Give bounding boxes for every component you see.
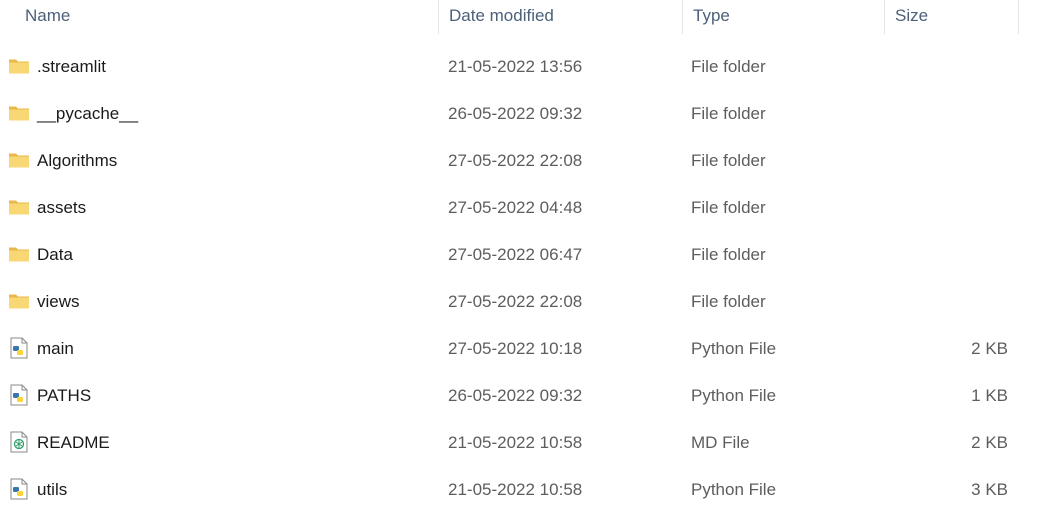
file-row[interactable]: views 27-05-2022 22:08 File folder	[0, 278, 1038, 325]
python-file-icon	[8, 337, 30, 359]
file-type: File folder	[691, 292, 766, 311]
file-row[interactable]: main 27-05-2022 10:18 Python File 2 KB	[0, 325, 1038, 372]
file-date-modified: 27-05-2022 22:08	[448, 151, 583, 170]
column-header-date-modified[interactable]: Date modified	[438, 0, 682, 34]
file-row[interactable]: __pycache__ 26-05-2022 09:32 File folder	[0, 90, 1038, 137]
file-date-modified: 27-05-2022 22:08	[448, 292, 583, 311]
file-size: 1 KB	[971, 386, 1008, 405]
folder-icon	[8, 243, 30, 265]
file-type: Python File	[691, 386, 777, 405]
file-row[interactable]: Algorithms 27-05-2022 22:08 File folder	[0, 137, 1038, 184]
file-name: .streamlit	[37, 57, 106, 76]
folder-icon	[8, 55, 30, 77]
file-size: 2 KB	[971, 339, 1008, 358]
folder-icon	[8, 196, 30, 218]
file-date-modified: 21-05-2022 10:58	[448, 433, 583, 452]
file-size: 2 KB	[971, 433, 1008, 452]
file-type: File folder	[691, 198, 766, 217]
file-type: File folder	[691, 57, 766, 76]
file-explorer-details-view: Name Date modified Type Size .streamlit …	[0, 0, 1038, 517]
file-name: views	[37, 292, 80, 311]
column-header-type[interactable]: Type	[682, 0, 884, 34]
file-date-modified: 26-05-2022 09:32	[448, 386, 583, 405]
file-name: utils	[37, 480, 68, 499]
file-row[interactable]: .streamlit 21-05-2022 13:56 File folder	[0, 43, 1038, 90]
column-header-name[interactable]: Name	[15, 0, 438, 34]
file-type: File folder	[691, 104, 766, 123]
file-name: PATHS	[37, 386, 92, 405]
folder-icon	[8, 102, 30, 124]
file-type: File folder	[691, 245, 766, 264]
column-header-bar: Name Date modified Type Size	[0, 0, 1038, 34]
python-file-icon	[8, 478, 30, 500]
file-row[interactable]: utils 21-05-2022 10:58 Python File 3 KB	[0, 466, 1038, 513]
folder-icon	[8, 290, 30, 312]
file-name: main	[37, 339, 74, 358]
file-size: 3 KB	[971, 480, 1008, 499]
file-date-modified: 21-05-2022 13:56	[448, 57, 583, 76]
file-row[interactable]: Data 27-05-2022 06:47 File folder	[0, 231, 1038, 278]
file-type: Python File	[691, 480, 777, 499]
file-type: File folder	[691, 151, 766, 170]
file-date-modified: 27-05-2022 06:47	[448, 245, 583, 264]
file-row[interactable]: PATHS 26-05-2022 09:32 Python File 1 KB	[0, 372, 1038, 419]
file-row[interactable]: README 21-05-2022 10:58 MD File 2 KB	[0, 419, 1038, 466]
file-name: Data	[37, 245, 73, 264]
file-date-modified: 26-05-2022 09:32	[448, 104, 583, 123]
file-date-modified: 27-05-2022 10:18	[448, 339, 583, 358]
file-type: Python File	[691, 339, 777, 358]
file-name: assets	[37, 198, 87, 217]
file-date-modified: 21-05-2022 10:58	[448, 480, 583, 499]
column-header-size[interactable]: Size	[884, 0, 1019, 34]
file-name: __pycache__	[37, 104, 139, 123]
file-row[interactable]: assets 27-05-2022 04:48 File folder	[0, 184, 1038, 231]
file-list: .streamlit 21-05-2022 13:56 File folder …	[0, 43, 1038, 513]
file-name: Algorithms	[37, 151, 118, 170]
file-date-modified: 27-05-2022 04:48	[448, 198, 583, 217]
markdown-file-icon	[8, 431, 30, 453]
folder-icon	[8, 149, 30, 171]
file-type: MD File	[691, 433, 750, 452]
file-name: README	[37, 433, 110, 452]
python-file-icon	[8, 384, 30, 406]
